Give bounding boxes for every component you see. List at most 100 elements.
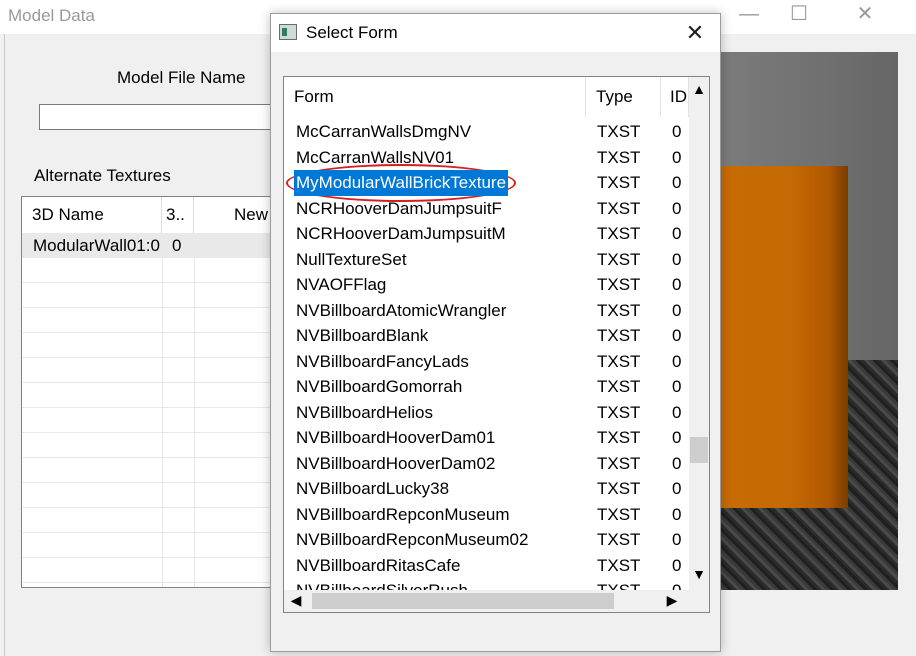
column-header-type[interactable]: Type bbox=[586, 77, 661, 117]
form-id: 0 bbox=[672, 351, 682, 371]
form-type: TXST bbox=[597, 530, 641, 549]
list-item[interactable]: NVBillboardRitasCafe TXST 0 bbox=[284, 553, 689, 579]
list-item[interactable]: NVBillboardAtomicWrangler TXST 0 bbox=[284, 298, 689, 324]
form-name: NVBillboardRitasCafe bbox=[296, 555, 461, 575]
alternate-textures-label: Alternate Textures bbox=[34, 166, 171, 185]
horizontal-scrollbar[interactable]: ◀ ▶ bbox=[284, 590, 689, 612]
form-name: NVBillboardHooverDam02 bbox=[296, 453, 496, 473]
close-button[interactable]: ✕ bbox=[842, 0, 888, 30]
scroll-right-icon[interactable]: ▶ bbox=[664, 592, 680, 610]
form-id: 0 bbox=[672, 275, 682, 294]
list-item[interactable]: NVBillboardLucky38 TXST 0 bbox=[284, 476, 689, 502]
form-type: TXST bbox=[597, 402, 641, 422]
list-item[interactable]: NVBillboardHelios TXST 0 bbox=[284, 400, 689, 426]
form-name: NVBillboardRepconMuseum02 bbox=[296, 530, 529, 549]
scroll-left-icon[interactable]: ◀ bbox=[288, 592, 304, 610]
table-row bbox=[22, 383, 280, 408]
list-item[interactable]: NVBillboardFancyLads TXST 0 bbox=[284, 349, 689, 375]
form-id: 0 bbox=[672, 224, 682, 243]
table-row bbox=[22, 433, 280, 458]
form-type: TXST bbox=[597, 249, 641, 269]
form-id: 0 bbox=[672, 122, 682, 141]
table-row bbox=[22, 483, 280, 508]
table-row bbox=[22, 408, 280, 433]
list-item[interactable]: NVBillboardGomorrah TXST 0 bbox=[284, 374, 689, 400]
close-icon: ✕ bbox=[856, 3, 874, 25]
list-item[interactable]: NVBillboardRepconMuseum TXST 0 bbox=[284, 502, 689, 528]
form-name: NullTextureSet bbox=[296, 249, 407, 269]
list-item[interactable]: NVBillboardSilverRush TXST 0 bbox=[284, 578, 689, 590]
form-type: TXST bbox=[597, 300, 641, 320]
form-type: TXST bbox=[597, 504, 641, 524]
form-type: TXST bbox=[597, 479, 641, 498]
dialog-title: Select Form bbox=[306, 23, 398, 42]
dialog-close-button[interactable]: ✕ bbox=[675, 18, 715, 48]
form-name: NVBillboardAtomicWrangler bbox=[296, 300, 507, 320]
list-item[interactable]: NCRHooverDamJumpsuitM TXST 0 bbox=[284, 221, 689, 247]
table-row bbox=[22, 308, 280, 333]
list-item[interactable]: NVBillboardBlank TXST 0 bbox=[284, 323, 689, 349]
dialog-titlebar: Select Form ✕ bbox=[271, 14, 720, 52]
minimize-button[interactable]: — bbox=[726, 0, 772, 30]
form-id: 0 bbox=[672, 504, 682, 524]
list-item[interactable]: NVBillboardRepconMuseum02 TXST 0 bbox=[284, 527, 689, 553]
model-file-name-input[interactable] bbox=[39, 104, 279, 130]
form-type: TXST bbox=[597, 326, 641, 345]
form-type: TXST bbox=[597, 578, 640, 590]
form-type: TXST bbox=[597, 453, 641, 473]
preview-wall-model bbox=[716, 166, 848, 508]
column-header-id[interactable]: ID bbox=[661, 77, 689, 117]
horizontal-scroll-thumb[interactable] bbox=[312, 593, 614, 609]
form-id: 0 bbox=[672, 428, 682, 447]
form-type: TXST bbox=[597, 428, 641, 447]
form-name: MyModularWallBrickTexture bbox=[294, 170, 509, 196]
grid-header: 3D Name 3.. New bbox=[22, 197, 280, 234]
form-id: 0 bbox=[672, 479, 682, 498]
maximize-button[interactable]: ☐ bbox=[776, 0, 822, 30]
select-form-dialog: Select Form ✕ Form Type ID McCarranWalls… bbox=[270, 13, 721, 652]
maximize-icon: ☐ bbox=[790, 3, 808, 25]
list-item[interactable]: NVBillboardHooverDam02 TXST 0 bbox=[284, 451, 689, 477]
vertical-scroll-thumb[interactable] bbox=[690, 437, 708, 463]
form-id: 0 bbox=[672, 173, 682, 192]
list-item[interactable]: NCRHooverDamJumpsuitF TXST 0 bbox=[284, 196, 689, 222]
form-type: TXST bbox=[597, 275, 641, 294]
form-name: NVBillboardSilverRush bbox=[296, 578, 468, 590]
form-name: NVBillboardLucky38 bbox=[296, 479, 450, 498]
column-header-form[interactable]: Form bbox=[284, 77, 586, 117]
scroll-down-icon[interactable]: ▼ bbox=[689, 566, 709, 586]
table-row bbox=[22, 333, 280, 358]
form-type: TXST bbox=[597, 377, 641, 396]
column-header-index[interactable]: 3.. bbox=[162, 197, 194, 233]
column-header-3d-name[interactable]: 3D Name bbox=[22, 197, 162, 233]
form-type: TXST bbox=[597, 555, 641, 575]
form-id: 0 bbox=[672, 249, 682, 269]
list-item[interactable]: NVAOFFlag TXST 0 bbox=[284, 272, 689, 298]
table-row[interactable]: ModularWall01:0 0 bbox=[22, 233, 280, 258]
list-item[interactable]: NullTextureSet TXST 0 bbox=[284, 247, 689, 273]
close-icon: ✕ bbox=[685, 20, 705, 45]
form-id: 0 bbox=[672, 147, 682, 167]
table-row bbox=[22, 558, 280, 583]
form-id: 0 bbox=[672, 530, 682, 549]
form-id: 0 bbox=[672, 377, 682, 396]
form-name: NCRHooverDamJumpsuitM bbox=[296, 224, 506, 243]
list-item[interactable]: NVBillboardHooverDam01 TXST 0 bbox=[284, 425, 689, 451]
3d-preview-viewport[interactable] bbox=[716, 52, 898, 590]
form-name: NVBillboardBlank bbox=[296, 326, 429, 345]
form-name: NVBillboardFancyLads bbox=[296, 351, 469, 371]
row-3d-name: ModularWall01:0 bbox=[33, 236, 160, 255]
list-item-selected[interactable]: MyModularWallBrickTexture TXST 0 bbox=[284, 164, 689, 202]
form-id: 0 bbox=[672, 300, 682, 320]
form-name: NVBillboardRepconMuseum bbox=[296, 504, 510, 524]
scrollbar-corner bbox=[689, 590, 709, 612]
scroll-up-icon[interactable]: ▲ bbox=[689, 81, 709, 101]
vertical-scrollbar[interactable]: ▲ ▼ bbox=[689, 77, 709, 590]
alternate-textures-grid[interactable]: 3D Name 3.. New ModularWall01:0 0 bbox=[21, 196, 281, 588]
list-header: Form Type ID bbox=[284, 77, 689, 117]
column-header-new[interactable]: New bbox=[194, 197, 280, 233]
table-row bbox=[22, 283, 280, 308]
form-list[interactable]: Form Type ID McCarranWallsDmgNV TXST 0 McCa… bbox=[283, 76, 710, 613]
minimize-icon: — bbox=[739, 3, 759, 25]
list-item[interactable]: McCarranWallsDmgNV TXST 0 bbox=[284, 119, 689, 145]
